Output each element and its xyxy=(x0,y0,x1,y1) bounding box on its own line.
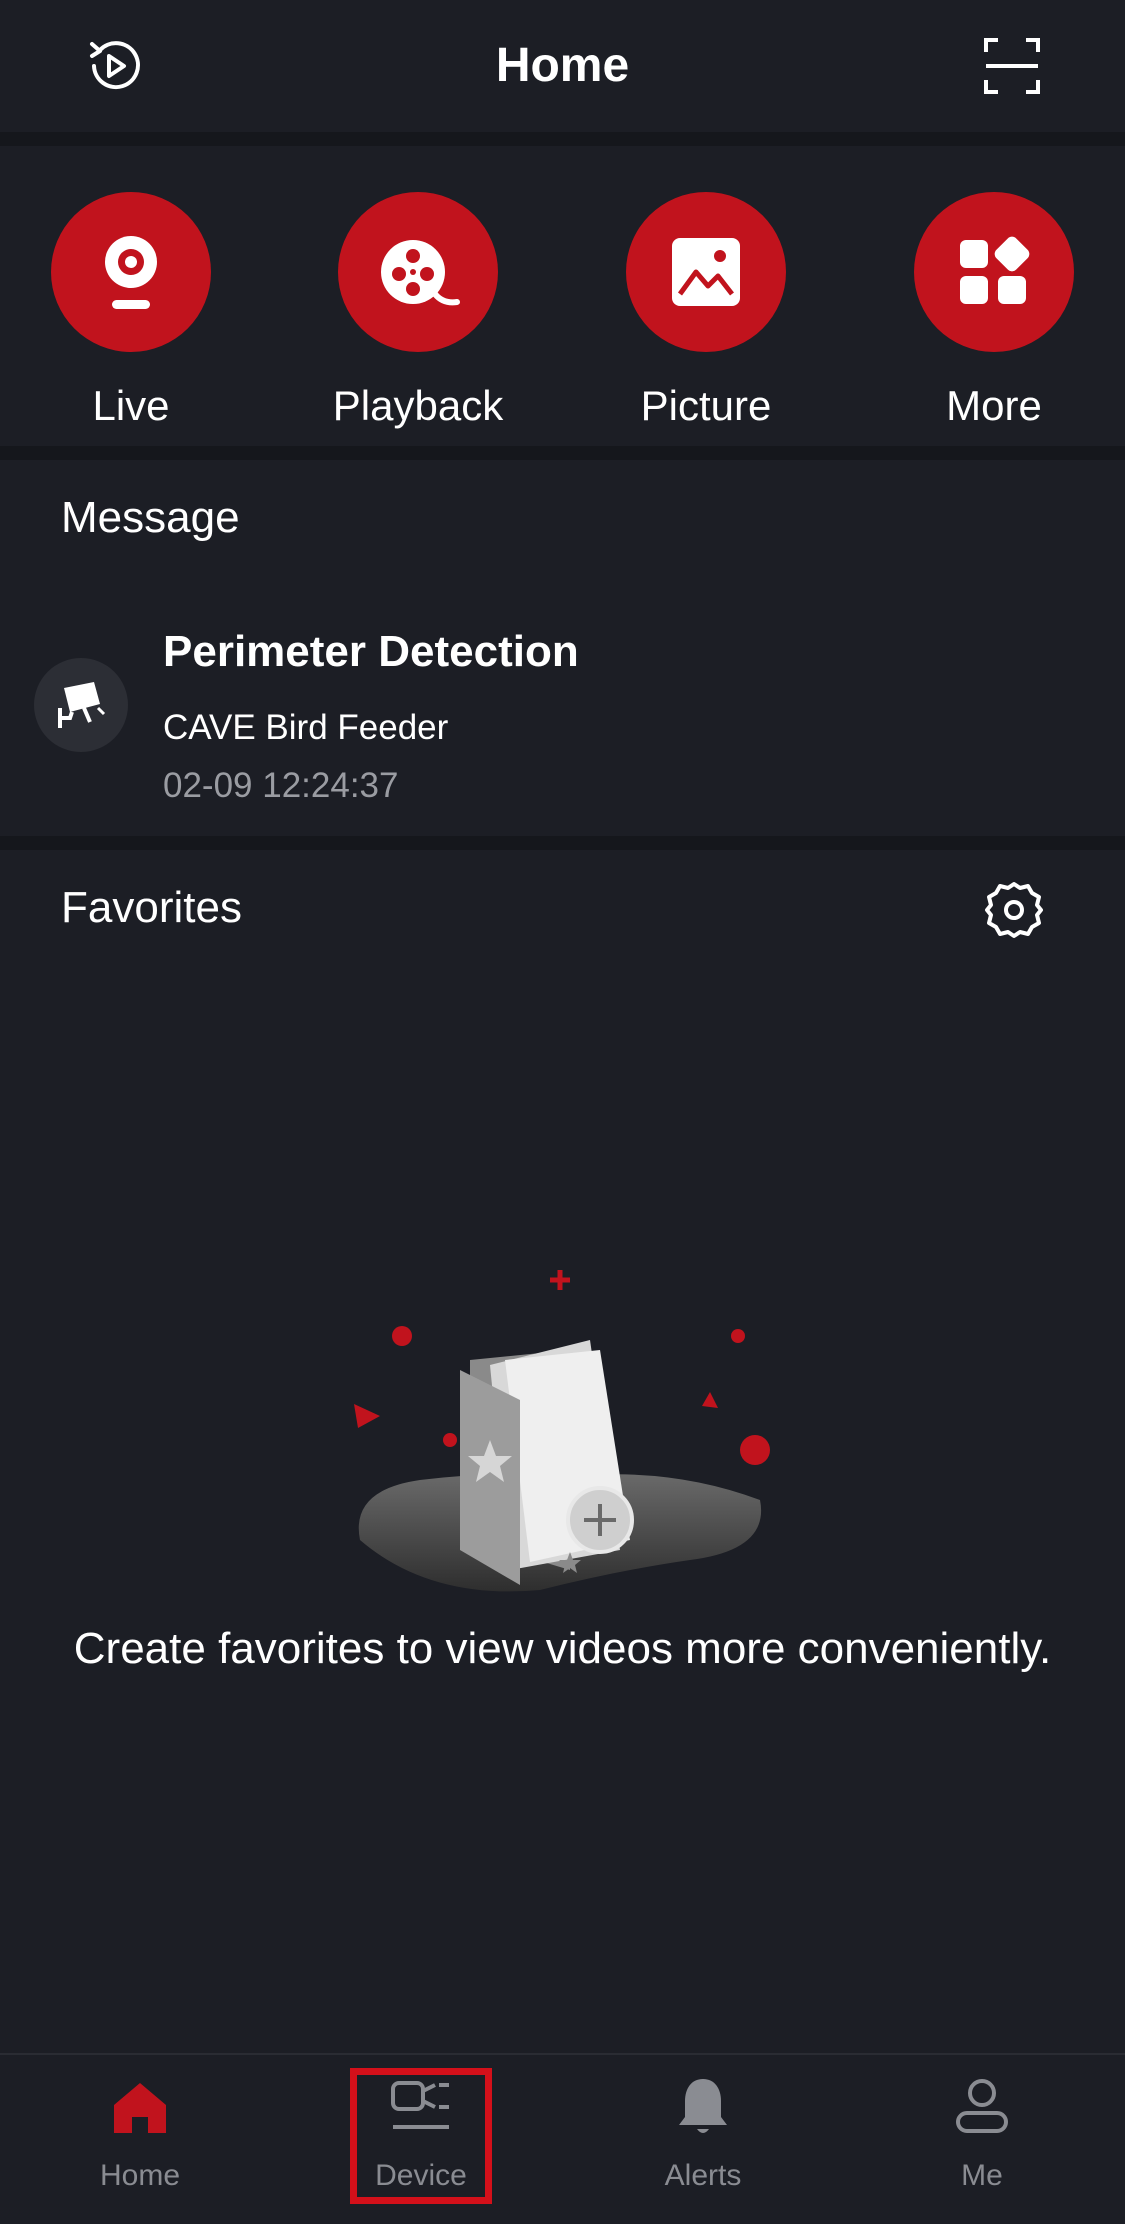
more-label: More xyxy=(946,382,1042,429)
quick-actions: Live Playback Picture More xyxy=(0,146,1125,446)
tab-alerts[interactable]: Alerts xyxy=(603,2075,803,2196)
divider xyxy=(0,836,1125,850)
favorites-empty-text: Create favorites to view videos more con… xyxy=(73,1624,1052,1673)
page-title: Home xyxy=(495,39,630,92)
more-button[interactable]: More xyxy=(884,192,1104,432)
message-item-device: CAVE Bird Feeder xyxy=(163,708,449,747)
bell-icon xyxy=(679,2079,727,2133)
tab-me[interactable]: Me xyxy=(882,2075,1082,2196)
tab-me-label: Me xyxy=(961,2159,1003,2192)
film-reel-icon xyxy=(338,192,498,352)
favorites-section: Favorites Create favorites to view video… xyxy=(0,850,1125,2053)
picture-button[interactable]: Picture xyxy=(596,192,816,432)
divider xyxy=(0,132,1125,146)
scan-icon[interactable] xyxy=(980,34,1044,98)
picture-icon xyxy=(626,192,786,352)
picture-label: Picture xyxy=(640,382,772,429)
playback-button[interactable]: Playback xyxy=(308,192,528,432)
gear-icon[interactable] xyxy=(984,880,1044,940)
bottom-tab-bar: Home Device Alerts Me xyxy=(0,2053,1125,2224)
divider xyxy=(0,446,1125,460)
security-camera-icon xyxy=(34,658,128,752)
tab-home-label: Home xyxy=(99,2159,181,2192)
home-icon xyxy=(114,2083,166,2133)
tab-alerts-label: Alerts xyxy=(664,2159,742,2192)
top-bar: Home xyxy=(0,0,1125,132)
favorites-title: Favorites xyxy=(61,883,242,932)
message-item-title: Perimeter Detection xyxy=(163,627,579,676)
message-item-time: 02-09 12:24:37 xyxy=(163,766,399,805)
grid-icon xyxy=(914,192,1074,352)
live-label: Live xyxy=(92,382,170,429)
message-section: Message Perimeter Detection CAVE Bird Fe… xyxy=(0,460,1125,836)
empty-favorites-illustration xyxy=(354,1270,770,1592)
camera-icon xyxy=(51,192,211,352)
message-title: Message xyxy=(61,493,240,542)
live-button[interactable]: Live xyxy=(21,192,241,432)
tab-home[interactable]: Home xyxy=(40,2075,240,2196)
device-tab-highlight xyxy=(350,2068,492,2204)
playback-label: Playback xyxy=(332,382,504,429)
person-icon xyxy=(956,2079,1008,2133)
